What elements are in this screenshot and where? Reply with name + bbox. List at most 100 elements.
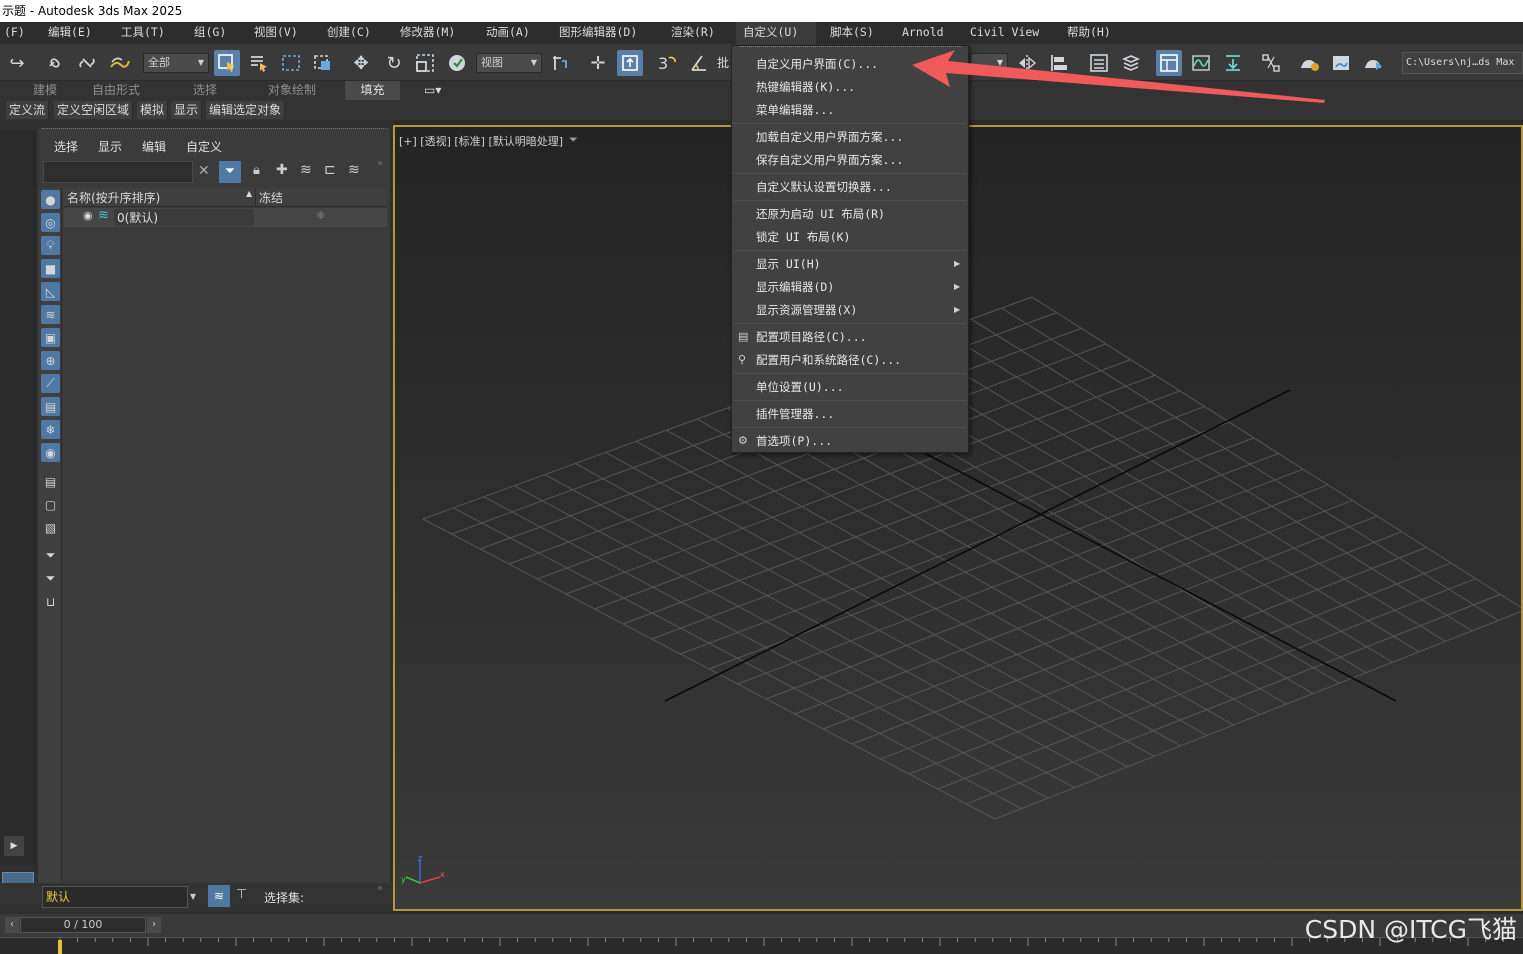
menu-tools[interactable]: 工具(T) [119,22,167,44]
cameras-filter-icon[interactable]: ■ [41,259,60,278]
clear-search-icon[interactable]: ✕ [198,163,210,179]
helpers-filter-icon[interactable]: ◺ [41,282,60,301]
bones-filter-icon[interactable]: ⟋ [41,374,60,393]
layer-mode-icon[interactable]: ≋ [348,162,360,178]
menu-arnold[interactable]: Arnold [900,22,946,44]
menu-help[interactable]: 帮助(H) [1065,22,1113,44]
menu-graph-editors[interactable]: 图形编辑器(D) [557,22,639,44]
keyboard-shortcut-override-icon[interactable] [617,50,643,76]
table-row[interactable]: ◉ ≋ 0(默认) ❄ [64,208,387,227]
lock-icon[interactable]: 🔒︎ [253,163,260,178]
menu-create[interactable]: 创建(C) [325,22,373,44]
menu-item-menu-editor[interactable]: 菜单编辑器... [756,99,834,121]
bind-space-warp-icon[interactable] [106,50,132,76]
tab-selection[interactable]: 选择 [193,81,217,100]
render-production-icon[interactable] [1360,50,1386,76]
menu-group[interactable]: 组(G) [192,22,228,44]
next-frame-icon[interactable]: › [147,917,161,933]
menu-rendering[interactable]: 渲染(R) [669,22,717,44]
menu-scripting[interactable]: 脚本(S) [828,22,876,44]
space-warps-filter-icon[interactable]: ≋ [41,305,60,324]
shapes-filter-icon[interactable]: ◎ [41,213,60,232]
tab-populate[interactable]: 填充 [345,81,400,100]
geometry-filter-icon[interactable]: ● [41,190,60,209]
edit-selected-button[interactable]: 编辑选定对象 [206,101,286,119]
define-idle-areas-button[interactable]: 定义空闲区域 [54,101,134,119]
redo-icon[interactable]: ↪ [4,50,30,76]
filter-settings-icon[interactable]: ⏷ [41,569,60,588]
angle-snap-icon[interactable] [686,50,712,76]
menu-item-configure-user-paths[interactable]: 配置用户和系统路径(C)... [756,349,901,371]
link-icon[interactable] [42,50,68,76]
display-none-icon[interactable]: ▢ [41,495,60,514]
tab-freeform[interactable]: 自由形式 [92,81,140,100]
tab-object-paint[interactable]: 对象绘制 [268,81,316,100]
menu-customize[interactable]: 自定义(U) [736,22,816,44]
visibility-eye-icon[interactable]: ◉ [83,209,93,222]
rectangular-selection-icon[interactable] [278,50,304,76]
layer-dropdown[interactable]: 默认 [42,886,188,908]
filter-funnel-icon[interactable]: ⏷ [41,546,60,565]
menu-file[interactable]: (F) [2,22,27,44]
menu-item-show-editors[interactable]: 显示编辑器(D) [756,276,834,298]
menu-animation[interactable]: 动画(A) [484,22,532,44]
snap-3d-icon[interactable]: 3 [654,50,680,76]
select-manipulate-icon[interactable]: ✛ [585,50,611,76]
column-name-header[interactable]: 名称(按升序排序) [67,189,160,206]
lights-filter-icon[interactable]: 💡︎ [41,236,60,255]
layers-toggle-icon[interactable]: ≋ [208,885,230,907]
menu-item-plugin-manager[interactable]: 插件管理器... [756,403,834,425]
hierarchy-icon[interactable]: ⊏ [324,162,336,178]
pivot-center-icon[interactable] [547,50,573,76]
hidden-filter-icon[interactable]: ◉ [41,443,60,462]
menu-item-save-ui-scheme[interactable]: 保存自定义用户界面方案... [756,149,903,171]
prev-frame-icon[interactable]: ‹ [5,917,19,933]
explorer-search-input[interactable] [43,161,193,183]
menu-item-show-ui[interactable]: 显示 UI(H) [756,253,821,275]
containers-filter-icon[interactable]: ▤ [41,397,60,416]
menu-item-customize-ui[interactable]: 自定义用户界面(C)... [756,53,878,75]
display-button[interactable]: 显示 [171,101,203,119]
explorer-collapse-icon[interactable]: » [377,158,383,169]
display-all-icon[interactable]: ▤ [41,472,60,491]
menu-item-units-setup[interactable]: 单位设置(U)... [756,376,844,398]
menu-item-revert-startup-layout[interactable]: 还原为启动 UI 布局(R) [756,203,885,225]
add-layer-icon[interactable]: ✚ [276,162,288,178]
menu-item-hotkey-editor[interactable]: 热键编辑器(K)... [756,76,855,98]
filter-icon[interactable]: ⏷ [219,161,241,183]
menu-views[interactable]: 视图(V) [252,22,300,44]
explorer-grip[interactable] [42,128,386,130]
track-bar[interactable] [0,937,1523,954]
explorer-menu-select[interactable]: 选择 [54,138,78,155]
reference-coordinate-dropdown[interactable]: 视图 ▼ [476,53,542,73]
column-frozen-header[interactable]: 冻结 [259,189,283,206]
menu-item-show-explorers[interactable]: 显示资源管理器(X) [756,299,857,321]
explorer-menu-edit[interactable]: 编辑 [142,138,166,155]
rendered-frame-window-icon[interactable] [1328,50,1354,76]
menu-item-preferences[interactable]: 首选项(P)... [756,430,832,452]
rotate-icon[interactable]: ↻ [381,50,407,76]
layers-stack-icon[interactable]: ≋ [300,162,312,178]
time-slider[interactable]: 0 / 100 [20,917,146,933]
window-crossing-icon[interactable] [310,50,336,76]
frozen-snowflake-icon[interactable]: ❄ [316,209,325,222]
define-flows-button[interactable]: 定义流 [6,101,50,119]
unlink-icon[interactable] [74,50,100,76]
tab-modeling[interactable]: 建模 [33,81,57,100]
simulate-button[interactable]: 模拟 [137,101,169,119]
select-by-name-icon[interactable] [246,50,272,76]
menu-item-configure-project-paths[interactable]: 配置项目路径(C)... [756,326,867,348]
explorer-menu-display[interactable]: 显示 [98,138,122,155]
frozen-filter-icon[interactable]: ❄ [41,420,60,439]
move-icon[interactable]: ✥ [348,50,374,76]
layer-dropdown-arrow-icon[interactable]: ▼ [190,892,196,901]
groups-filter-icon[interactable]: ▣ [41,328,60,347]
hierarchy-toggle-icon[interactable]: ⊤ [236,887,247,902]
place-icon[interactable] [444,50,470,76]
viewport-label[interactable]: [+] [透视] [标准] [默认明暗处理] [399,133,563,149]
scale-icon[interactable] [412,50,438,76]
explorer-menu-customize[interactable]: 自定义 [186,138,222,155]
menu-item-lock-ui-layout[interactable]: 锁定 UI 布局(K) [756,226,850,248]
xrefs-filter-icon[interactable]: ⊕ [41,351,60,370]
menu-civil-view[interactable]: Civil View [968,22,1041,44]
